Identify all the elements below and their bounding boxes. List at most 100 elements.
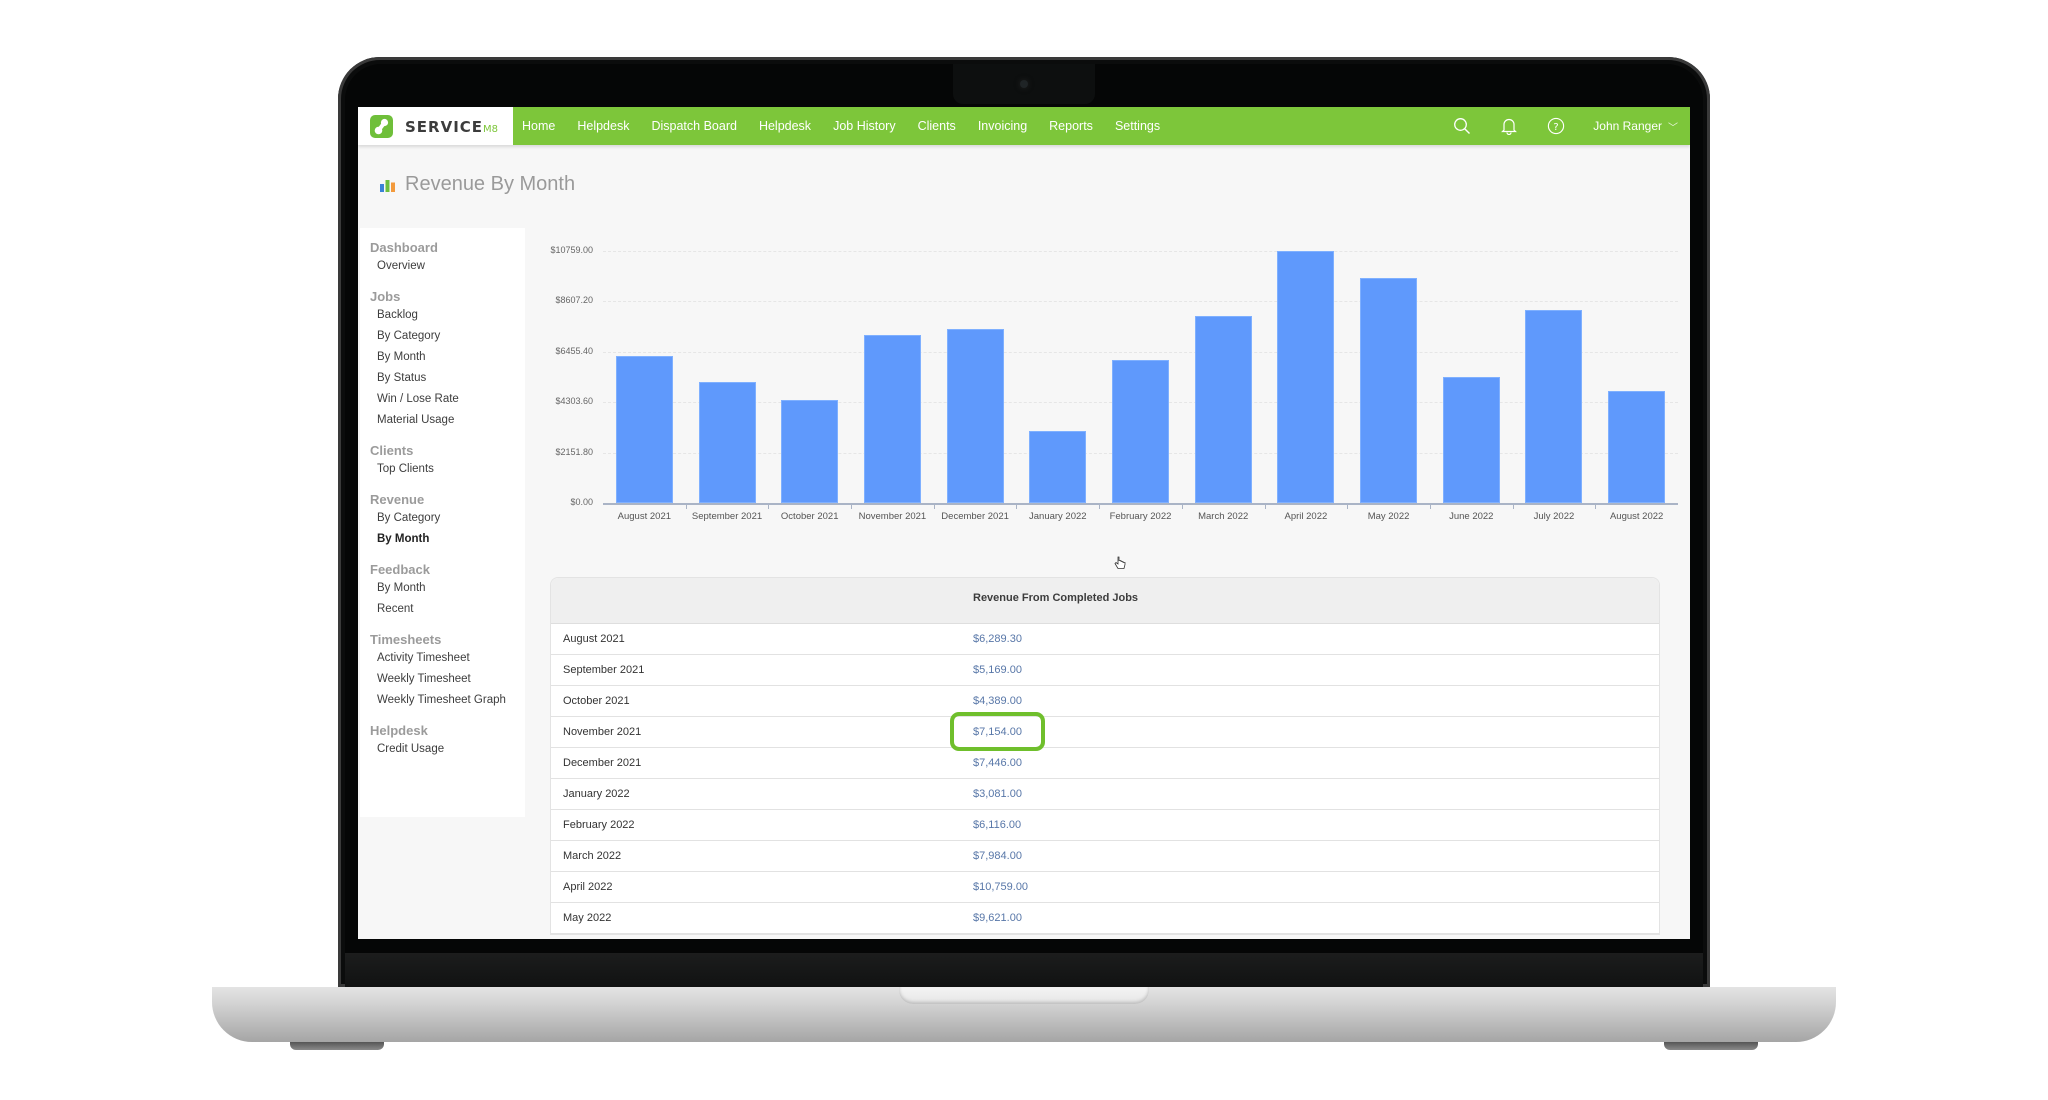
table-row: February 2022 $6,116.00 <box>551 810 1659 841</box>
sidebar-heading: Feedback <box>370 562 430 577</box>
x-tick <box>1181 504 1183 509</box>
sidebar-item-activity-timesheet[interactable]: Activity Timesheet <box>360 648 525 669</box>
row-month: November 2021 <box>563 726 642 738</box>
bar-may-2022[interactable] <box>1360 277 1418 503</box>
bar-march-2022[interactable] <box>1194 315 1252 503</box>
revenue-table: Revenue From Completed Jobs August 2021 $… <box>550 577 1660 935</box>
row-amount-link[interactable]: $10,759.00 <box>973 881 1028 893</box>
bar-october-2021[interactable] <box>781 400 839 503</box>
laptop-chin <box>345 953 1703 987</box>
table-row: April 2022 $10,759.00 <box>551 872 1659 903</box>
bar-december-2021[interactable] <box>946 328 1004 503</box>
row-month: December 2021 <box>563 757 642 769</box>
y-tick-label: $10759.00 <box>550 245 593 255</box>
row-month: April 2022 <box>563 881 613 893</box>
x-tick <box>1264 504 1266 509</box>
table-row: May 2022 $9,621.00 <box>551 903 1659 934</box>
row-amount-link[interactable]: $7,984.00 <box>973 850 1022 862</box>
sidebar-group-helpdesk: Helpdesk Credit Usage <box>360 722 525 760</box>
table-row: March 2022 $7,984.00 <box>551 841 1659 872</box>
x-tick <box>851 504 853 509</box>
hand-cursor-icon <box>1114 556 1126 569</box>
x-tick <box>1099 504 1101 509</box>
x-tick-label: October 2021 <box>780 511 839 522</box>
sidebar-item-weekly-timesheet-graph[interactable]: Weekly Timesheet Graph <box>360 690 525 711</box>
app-screen: SERVICEM8 Home Helpdesk Dispatch Board H… <box>358 107 1690 939</box>
x-tick <box>768 504 770 509</box>
sidebar-group-timesheets: Timesheets Activity Timesheet Weekly Tim… <box>360 631 525 711</box>
bar-february-2022[interactable] <box>1111 359 1170 503</box>
gridline <box>603 301 1678 303</box>
table-row: August 2021 $6,289.30 <box>551 624 1659 655</box>
table-row: November 2021 $7,154.00 <box>551 717 1659 748</box>
x-tick-label: July 2022 <box>1533 511 1575 522</box>
x-tick-label: November 2021 <box>858 511 927 522</box>
row-amount-link[interactable]: $5,169.00 <box>973 664 1022 676</box>
row-amount-link[interactable]: $3,081.00 <box>973 788 1022 800</box>
x-tick-label: January 2022 <box>1029 511 1087 522</box>
x-tick <box>685 504 687 509</box>
row-amount-link[interactable]: $6,116.00 <box>973 819 1021 831</box>
camera-icon <box>1020 80 1028 88</box>
y-tick-label: $8607.20 <box>555 295 593 306</box>
x-tick <box>1429 504 1431 509</box>
x-tick-label: March 2022 <box>1198 511 1249 522</box>
bar-august-2021[interactable] <box>615 355 673 503</box>
y-tick-label: $6455.40 <box>555 345 593 356</box>
y-tick-label: $4303.60 <box>555 396 593 407</box>
gridline <box>603 351 1678 353</box>
row-month: January 2022 <box>563 788 630 800</box>
bar-july-2022[interactable] <box>1525 310 1583 503</box>
sidebar-heading: Timesheets <box>370 632 442 647</box>
x-tick-label: September 2021 <box>691 511 763 522</box>
gridline <box>603 251 1678 252</box>
row-month: May 2022 <box>563 912 612 924</box>
x-tick <box>933 504 935 509</box>
bar-august-2022[interactable] <box>1608 390 1666 503</box>
x-tick-label: December 2021 <box>941 511 1009 522</box>
row-amount-link[interactable]: $7,446.00 <box>973 757 1022 769</box>
bar-april-2022[interactable] <box>1277 251 1335 503</box>
x-tick-label: August 2022 <box>1609 511 1664 522</box>
bar-june-2022[interactable] <box>1442 377 1500 503</box>
row-month: February 2022 <box>563 819 635 831</box>
x-tick-label: February 2022 <box>1109 511 1172 522</box>
x-tick-label: June 2022 <box>1449 511 1494 522</box>
sidebar-item-revenue-by-month[interactable]: By Month <box>360 529 525 550</box>
x-tick-label: August 2021 <box>617 511 672 522</box>
x-tick-label: May 2022 <box>1367 511 1410 522</box>
row-month: September 2021 <box>563 664 645 676</box>
laptop-opening-lip <box>899 987 1149 1004</box>
row-amount-link[interactable]: $4,389.00 <box>973 695 1022 707</box>
revenue-bar-chart: $0.00 $2151.80 $4303.60 $6455.40 $8607.20 $10… <box>358 107 1690 527</box>
x-tick <box>1347 504 1349 509</box>
row-amount-link[interactable]: $9,621.00 <box>973 912 1022 924</box>
sidebar-item-recent[interactable]: Recent <box>360 599 525 620</box>
bar-november-2021[interactable] <box>863 335 921 503</box>
table-row: December 2021 $7,446.00 <box>551 748 1659 779</box>
row-month: August 2021 <box>563 633 625 645</box>
y-tick-label: $0.00 <box>570 497 593 507</box>
sidebar-item-credit-usage[interactable]: Credit Usage <box>360 739 525 760</box>
table-row: October 2021 $4,389.00 <box>551 686 1659 717</box>
row-amount-link[interactable]: $6,289.30 <box>973 633 1022 645</box>
row-month: October 2021 <box>563 695 630 707</box>
column-header-revenue: Revenue From Completed Jobs <box>973 592 1139 604</box>
sidebar-heading: Helpdesk <box>370 723 428 738</box>
row-month: March 2022 <box>563 850 622 862</box>
table-body: August 2021 $6,289.30 September 2021 $5,169… <box>551 624 1659 934</box>
laptop-foot-left <box>290 1042 384 1050</box>
y-tick-label: $2151.80 <box>555 446 593 457</box>
bar-january-2022[interactable] <box>1029 430 1087 503</box>
laptop-foot-right <box>1664 1042 1758 1050</box>
sidebar-item-feedback-by-month[interactable]: By Month <box>360 578 525 599</box>
bar-september-2021[interactable] <box>698 381 756 503</box>
sidebar-group-feedback: Feedback By Month Recent <box>360 561 525 620</box>
x-axis-line <box>603 503 1678 505</box>
x-tick <box>1512 504 1514 509</box>
x-tick-label: April 2022 <box>1284 511 1328 522</box>
x-tick <box>1595 504 1597 509</box>
highlight-box <box>950 712 1045 751</box>
sidebar-item-weekly-timesheet[interactable]: Weekly Timesheet <box>360 669 525 690</box>
table-header: Revenue From Completed Jobs <box>551 578 1659 624</box>
